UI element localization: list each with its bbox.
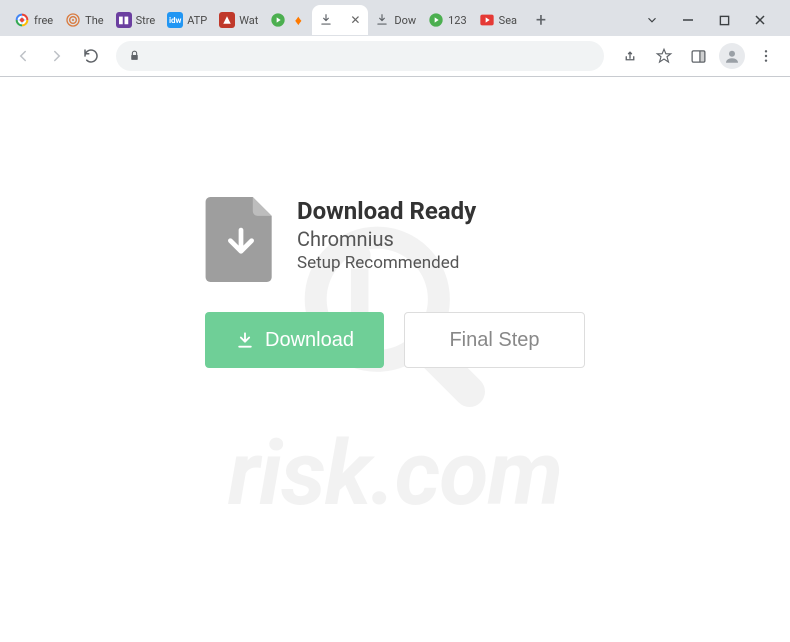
- file-download-icon: [205, 197, 277, 282]
- recommended-text: Setup Recommended: [297, 253, 476, 273]
- forward-button[interactable]: [42, 41, 72, 71]
- play-icon: [270, 12, 286, 28]
- tab-1[interactable]: The: [59, 5, 109, 35]
- reload-button[interactable]: [76, 41, 106, 71]
- download-button-label: Download: [265, 329, 354, 352]
- download-arrow-icon: [235, 330, 255, 350]
- tab-0[interactable]: free: [8, 5, 59, 35]
- menu-button[interactable]: [750, 40, 782, 72]
- share-icon[interactable]: [614, 40, 646, 72]
- download-button[interactable]: Download: [205, 312, 384, 368]
- final-step-label: Final Step: [449, 329, 539, 352]
- tab-label: ATP: [187, 14, 207, 27]
- tab-9[interactable]: Sea: [473, 5, 523, 35]
- red-icon: [219, 12, 235, 28]
- final-step-button[interactable]: Final Step: [404, 312, 585, 368]
- tab-8[interactable]: 123: [422, 5, 473, 35]
- back-button[interactable]: [8, 41, 38, 71]
- tab-label: Dow: [394, 14, 416, 27]
- google-icon: [14, 12, 30, 28]
- play-icon: [428, 12, 444, 28]
- purple-icon: ▮▮: [116, 12, 132, 28]
- sidepanel-icon[interactable]: [682, 40, 714, 72]
- close-button[interactable]: [746, 6, 774, 34]
- download-panel: Download Ready Chromnius Setup Recommend…: [205, 197, 585, 642]
- lock-icon: [128, 47, 142, 66]
- flame-icon: ♦: [290, 12, 306, 28]
- tab-5[interactable]: ♦: [264, 5, 312, 35]
- toolbar: [0, 36, 790, 76]
- page-content: risk.com Download Ready Chromnius Setup …: [0, 77, 790, 642]
- tab-7[interactable]: Dow: [368, 5, 422, 35]
- tab-label: The: [85, 14, 103, 27]
- chevron-down-icon[interactable]: [638, 6, 666, 34]
- page-title: Download Ready: [297, 197, 476, 225]
- tab-3[interactable]: idw ATP: [161, 5, 213, 35]
- product-name: Chromnius: [297, 227, 476, 251]
- redplay-icon: [479, 12, 495, 28]
- profile-button[interactable]: [716, 40, 748, 72]
- tab-label: free: [34, 14, 53, 27]
- tab-label: Stre: [136, 14, 156, 27]
- bookmark-icon[interactable]: [648, 40, 680, 72]
- minimize-button[interactable]: [674, 6, 702, 34]
- tab-label: Sea: [499, 14, 517, 27]
- spiral-icon: [65, 12, 81, 28]
- tab-close-icon[interactable]: ✕: [348, 13, 362, 27]
- tab-6-active[interactable]: ✕: [312, 5, 368, 35]
- tab-4[interactable]: Wat: [213, 5, 264, 35]
- address-bar[interactable]: [116, 41, 604, 71]
- tab-label: Wat: [239, 14, 258, 27]
- download-icon: [374, 12, 390, 28]
- maximize-button[interactable]: [710, 6, 738, 34]
- tab-strip: free The ▮▮ Stre idw ATP Wat ♦ ✕ D: [0, 0, 790, 36]
- tab-2[interactable]: ▮▮ Stre: [110, 5, 162, 35]
- tab-label: 123: [448, 14, 467, 27]
- download-icon: [318, 12, 334, 28]
- new-tab-button[interactable]: +: [527, 6, 555, 34]
- blue-icon: idw: [167, 12, 183, 28]
